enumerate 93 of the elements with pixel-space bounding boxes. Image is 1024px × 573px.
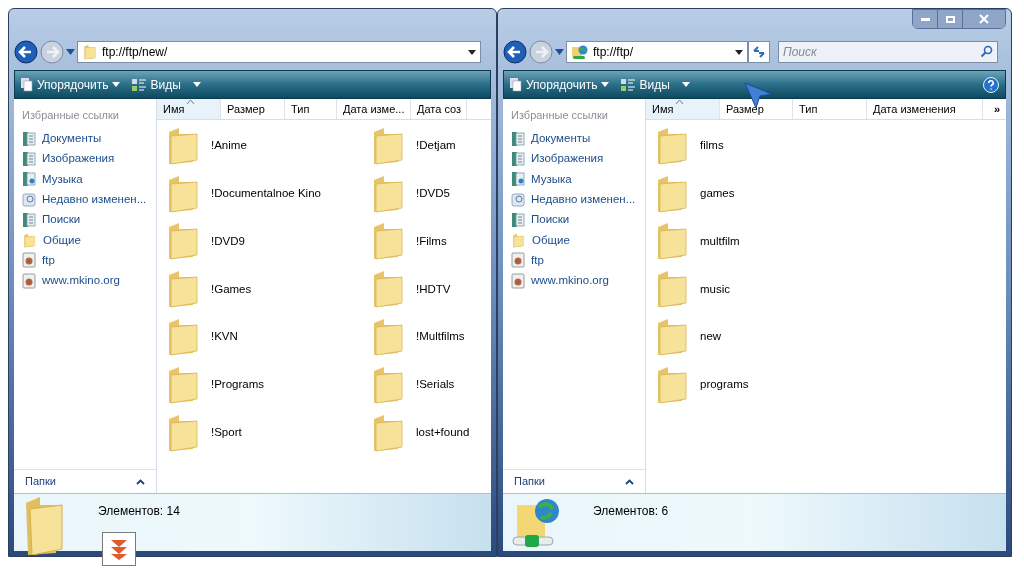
favorite-link[interactable]: Документы [22, 128, 156, 149]
item-count: Элементов: 14 [98, 503, 180, 520]
web-shortcut-icon [511, 252, 525, 269]
web-shortcut-icon [22, 252, 36, 269]
search-icon[interactable] [980, 45, 993, 58]
folder-item[interactable]: lost+found [368, 408, 491, 457]
folder-item[interactable]: !KVN [163, 313, 368, 361]
document-library-icon [511, 150, 525, 167]
favorite-link[interactable]: Изображения [511, 148, 645, 170]
document-library-icon [22, 150, 36, 167]
folder-item[interactable]: !Sport [163, 408, 368, 457]
search-field[interactable]: Поиск [778, 41, 998, 63]
download-button[interactable] [102, 532, 136, 566]
recent-places-icon [22, 191, 36, 208]
favorite-link[interactable]: Недавно изменен... [511, 189, 645, 210]
refresh-icon [752, 46, 766, 58]
web-shortcut-icon [22, 272, 36, 289]
favorite-link[interactable]: Документы [511, 128, 645, 149]
search-library-icon [511, 211, 525, 228]
item-count: Элементов: 6 [593, 503, 669, 520]
caret-icon [681, 82, 690, 87]
caret-icon[interactable] [555, 49, 564, 55]
web-shortcut-icon [511, 272, 525, 289]
chevron-up-icon [625, 478, 634, 485]
favorite-link[interactable]: Поиски [22, 209, 156, 230]
views-icon [621, 78, 636, 91]
caret-icon [112, 82, 121, 87]
search-library-icon [22, 211, 36, 228]
maximize-icon[interactable] [938, 10, 963, 28]
folder-icon [511, 232, 526, 248]
favorite-link[interactable]: Музыка [511, 169, 645, 190]
document-library-icon [511, 130, 525, 147]
folder-icon [22, 232, 37, 248]
folder-item[interactable]: !Multfilms [368, 313, 491, 361]
organize-button[interactable]: Упорядочить [510, 75, 610, 94]
folder-item[interactable]: !Films [368, 217, 491, 266]
favorite-link[interactable]: Недавно изменен... [22, 189, 156, 210]
back-icon[interactable] [14, 40, 38, 64]
views-button[interactable]: Виды [132, 75, 201, 94]
favorite-link[interactable]: Общие [511, 230, 645, 251]
column-header[interactable]: Имя [646, 99, 720, 119]
folder-item[interactable]: !DVD5 [368, 169, 491, 218]
address-field[interactable]: ftp://ftp/new/ [77, 41, 481, 63]
double-chevron-icon [110, 538, 128, 560]
views-icon [132, 78, 147, 91]
favorite-link[interactable]: www.mkino.org [511, 270, 645, 291]
folder-item[interactable]: new [652, 313, 857, 361]
help-icon[interactable] [983, 76, 999, 93]
pages-icon [510, 77, 522, 92]
views-button[interactable]: Виды [621, 75, 690, 94]
favorite-link[interactable]: Поиски [511, 209, 645, 230]
more-columns-button[interactable]: » [983, 99, 1006, 119]
folder-item[interactable]: !Serials [368, 361, 491, 409]
chevron-up-icon [136, 478, 145, 485]
dropdown-icon[interactable] [468, 49, 476, 55]
favorite-link[interactable]: Общие [22, 230, 156, 251]
folder-item[interactable]: films [652, 122, 857, 170]
music-library-icon [511, 171, 525, 188]
folder-item[interactable]: !DVD9 [163, 217, 368, 266]
caret-icon [601, 82, 610, 87]
favorite-link[interactable]: ftp [511, 250, 645, 271]
folder-item[interactable]: multfilm [652, 217, 857, 266]
folder-item[interactable]: !Documentalnoe Kino [163, 169, 368, 218]
recent-places-icon [511, 191, 525, 208]
folder-item[interactable]: !Detjam [368, 122, 491, 170]
favorite-link[interactable]: Музыка [22, 169, 156, 190]
caret-icon[interactable] [66, 49, 75, 55]
section-title: Избранные ссылки [22, 108, 120, 123]
back-icon[interactable] [503, 40, 527, 64]
folder-item[interactable]: programs [652, 361, 857, 409]
favorite-link[interactable]: www.mkino.org [22, 270, 156, 291]
folder-icon [82, 44, 98, 60]
folder-item[interactable]: games [652, 169, 857, 218]
document-library-icon [22, 130, 36, 147]
music-library-icon [22, 171, 36, 188]
address-field[interactable]: ftp://ftp/ [566, 41, 748, 63]
minimize-icon[interactable] [913, 10, 938, 28]
section-title: Избранные ссылки [511, 108, 609, 123]
caret-icon [192, 82, 201, 87]
pages-icon [21, 77, 33, 92]
caption-buttons[interactable] [912, 9, 1006, 29]
favorite-link[interactable]: Изображения [22, 148, 156, 170]
folder-item[interactable]: !HDTV [368, 265, 491, 314]
folder-item[interactable]: !Programs [163, 361, 368, 409]
folder-item[interactable]: !Games [163, 265, 368, 314]
dropdown-icon[interactable] [735, 49, 743, 55]
folder-item[interactable]: music [652, 265, 857, 314]
network-folder-icon [571, 44, 589, 60]
organize-button[interactable]: Упорядочить [21, 75, 121, 94]
favorite-link[interactable]: ftp [22, 250, 156, 271]
column-header[interactable]: Имя [157, 99, 221, 119]
refresh-button[interactable] [748, 41, 770, 63]
folder-item[interactable]: !Anime [163, 122, 368, 170]
